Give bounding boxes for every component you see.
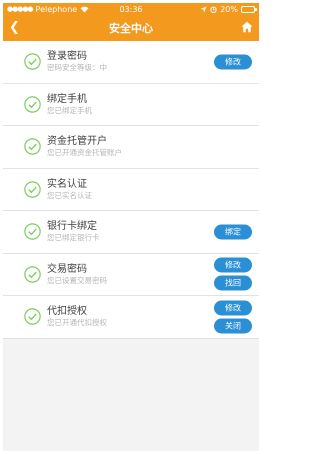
chevron-left-icon[interactable]: ❮ bbox=[9, 20, 20, 35]
wifi-icon bbox=[80, 6, 89, 12]
action-button[interactable]: 绑定 bbox=[214, 224, 252, 240]
item-subtitle: 您已实名认证 bbox=[47, 190, 92, 200]
check-circle-icon bbox=[24, 96, 41, 113]
list-item: 代扣授权 您已开通代扣授权 修改关闭 bbox=[3, 296, 259, 339]
item-subtitle: 您已绑定手机 bbox=[47, 105, 92, 115]
action-button[interactable]: 修改 bbox=[214, 257, 252, 273]
battery-icon bbox=[241, 5, 257, 13]
status-bar: ●●●●● Pelephone 03:36 20% bbox=[3, 3, 259, 15]
location-icon bbox=[200, 6, 207, 12]
check-circle-icon bbox=[24, 138, 41, 155]
action-button[interactable]: 关闭 bbox=[214, 318, 252, 334]
item-subtitle: 密码安全等级：中 bbox=[47, 63, 107, 73]
list-item: 登录密码 密码安全等级：中 修改 bbox=[3, 41, 259, 84]
check-circle-icon bbox=[24, 181, 41, 198]
item-title: 实名认证 bbox=[47, 178, 87, 190]
item-title: 绑定手机 bbox=[47, 93, 87, 105]
check-circle-icon bbox=[24, 223, 41, 240]
action-button[interactable]: 找回 bbox=[214, 275, 252, 291]
app-screen: ●●●●● Pelephone 03:36 20% ❮ 安全中心 登录密码 密码安… bbox=[3, 3, 259, 451]
item-actions: 修改 关闭 bbox=[214, 300, 252, 334]
home-icon[interactable] bbox=[241, 21, 253, 33]
item-subtitle: 您已开通资金托管账户 bbox=[47, 148, 122, 158]
item-title: 资金托管开户 bbox=[47, 136, 107, 148]
battery-percent: 20% bbox=[220, 4, 238, 14]
action-button[interactable]: 修改 bbox=[214, 300, 252, 316]
item-actions: 绑定 bbox=[214, 224, 252, 240]
item-actions: 修改 bbox=[214, 54, 252, 70]
item-text: 交易密码 您已设置交易密码 bbox=[47, 263, 107, 286]
item-text: 实名认证 您已实名认证 bbox=[47, 178, 92, 201]
item-title: 银行卡绑定 bbox=[47, 221, 97, 233]
item-actions: 修改 找回 bbox=[214, 257, 252, 291]
check-circle-icon bbox=[24, 53, 41, 70]
item-subtitle: 您已设置交易密码 bbox=[47, 275, 107, 285]
list-item: 交易密码 您已设置交易密码 修改找回 bbox=[3, 254, 259, 296]
item-text: 代扣授权 您已开通代扣授权 bbox=[47, 305, 107, 328]
item-title: 代扣授权 bbox=[47, 306, 87, 318]
item-text: 登录密码 密码安全等级：中 bbox=[47, 50, 107, 73]
list-item: 资金托管开户 您已开通资金托管账户 bbox=[3, 126, 259, 169]
security-list: 登录密码 密码安全等级：中 修改 绑定手机 您已绑定手机 资金托管开户 您已开通资金托管账户… bbox=[3, 41, 259, 339]
list-item: 银行卡绑定 您已绑定银行卡 绑定 bbox=[3, 211, 259, 254]
item-text: 银行卡绑定 您已绑定银行卡 bbox=[47, 220, 100, 243]
check-circle-icon bbox=[24, 266, 41, 283]
alarm-icon bbox=[210, 6, 217, 13]
nav-bar: ❮ 安全中心 bbox=[3, 15, 259, 41]
page-title: 安全中心 bbox=[109, 22, 153, 35]
status-right: 20% bbox=[200, 4, 257, 14]
list-item: 实名认证 您已实名认证 bbox=[3, 169, 259, 211]
item-subtitle: 您已开通代扣授权 bbox=[47, 318, 107, 328]
item-text: 资金托管开户 您已开通资金托管账户 bbox=[47, 135, 122, 158]
carrier-name: Pelephone bbox=[35, 4, 78, 14]
item-subtitle: 您已绑定银行卡 bbox=[47, 233, 100, 243]
item-text: 绑定手机 您已绑定手机 bbox=[47, 93, 92, 116]
check-circle-icon bbox=[24, 308, 41, 325]
item-title: 交易密码 bbox=[47, 263, 87, 275]
action-button[interactable]: 修改 bbox=[214, 54, 252, 70]
signal-icon: ●●●●● bbox=[7, 5, 34, 13]
carrier-info: ●●●●● Pelephone bbox=[7, 5, 89, 14]
item-title: 登录密码 bbox=[47, 51, 87, 63]
list-item: 绑定手机 您已绑定手机 bbox=[3, 84, 259, 126]
